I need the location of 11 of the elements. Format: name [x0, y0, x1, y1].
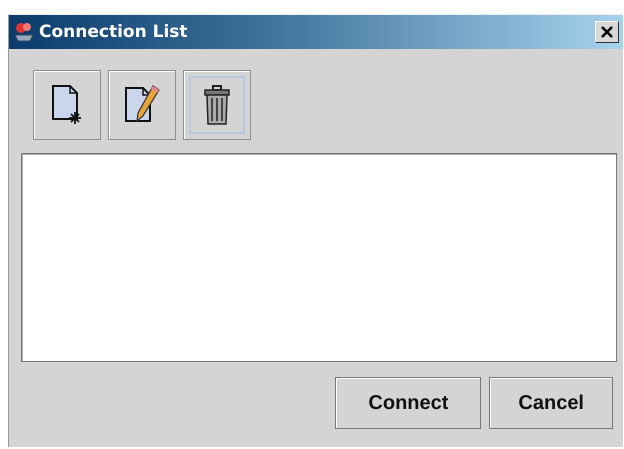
app-icon — [13, 21, 35, 43]
window-title: Connection List — [39, 22, 189, 42]
new-document-icon — [50, 84, 84, 126]
new-button[interactable] — [33, 70, 101, 140]
cancel-button[interactable]: Cancel — [489, 377, 613, 429]
close-button[interactable] — [595, 21, 619, 43]
trash-can-icon — [202, 84, 232, 126]
delete-button[interactable] — [183, 70, 251, 140]
edit-button[interactable] — [108, 70, 176, 140]
close-icon — [600, 25, 614, 39]
connect-button[interactable]: Connect — [335, 377, 482, 429]
